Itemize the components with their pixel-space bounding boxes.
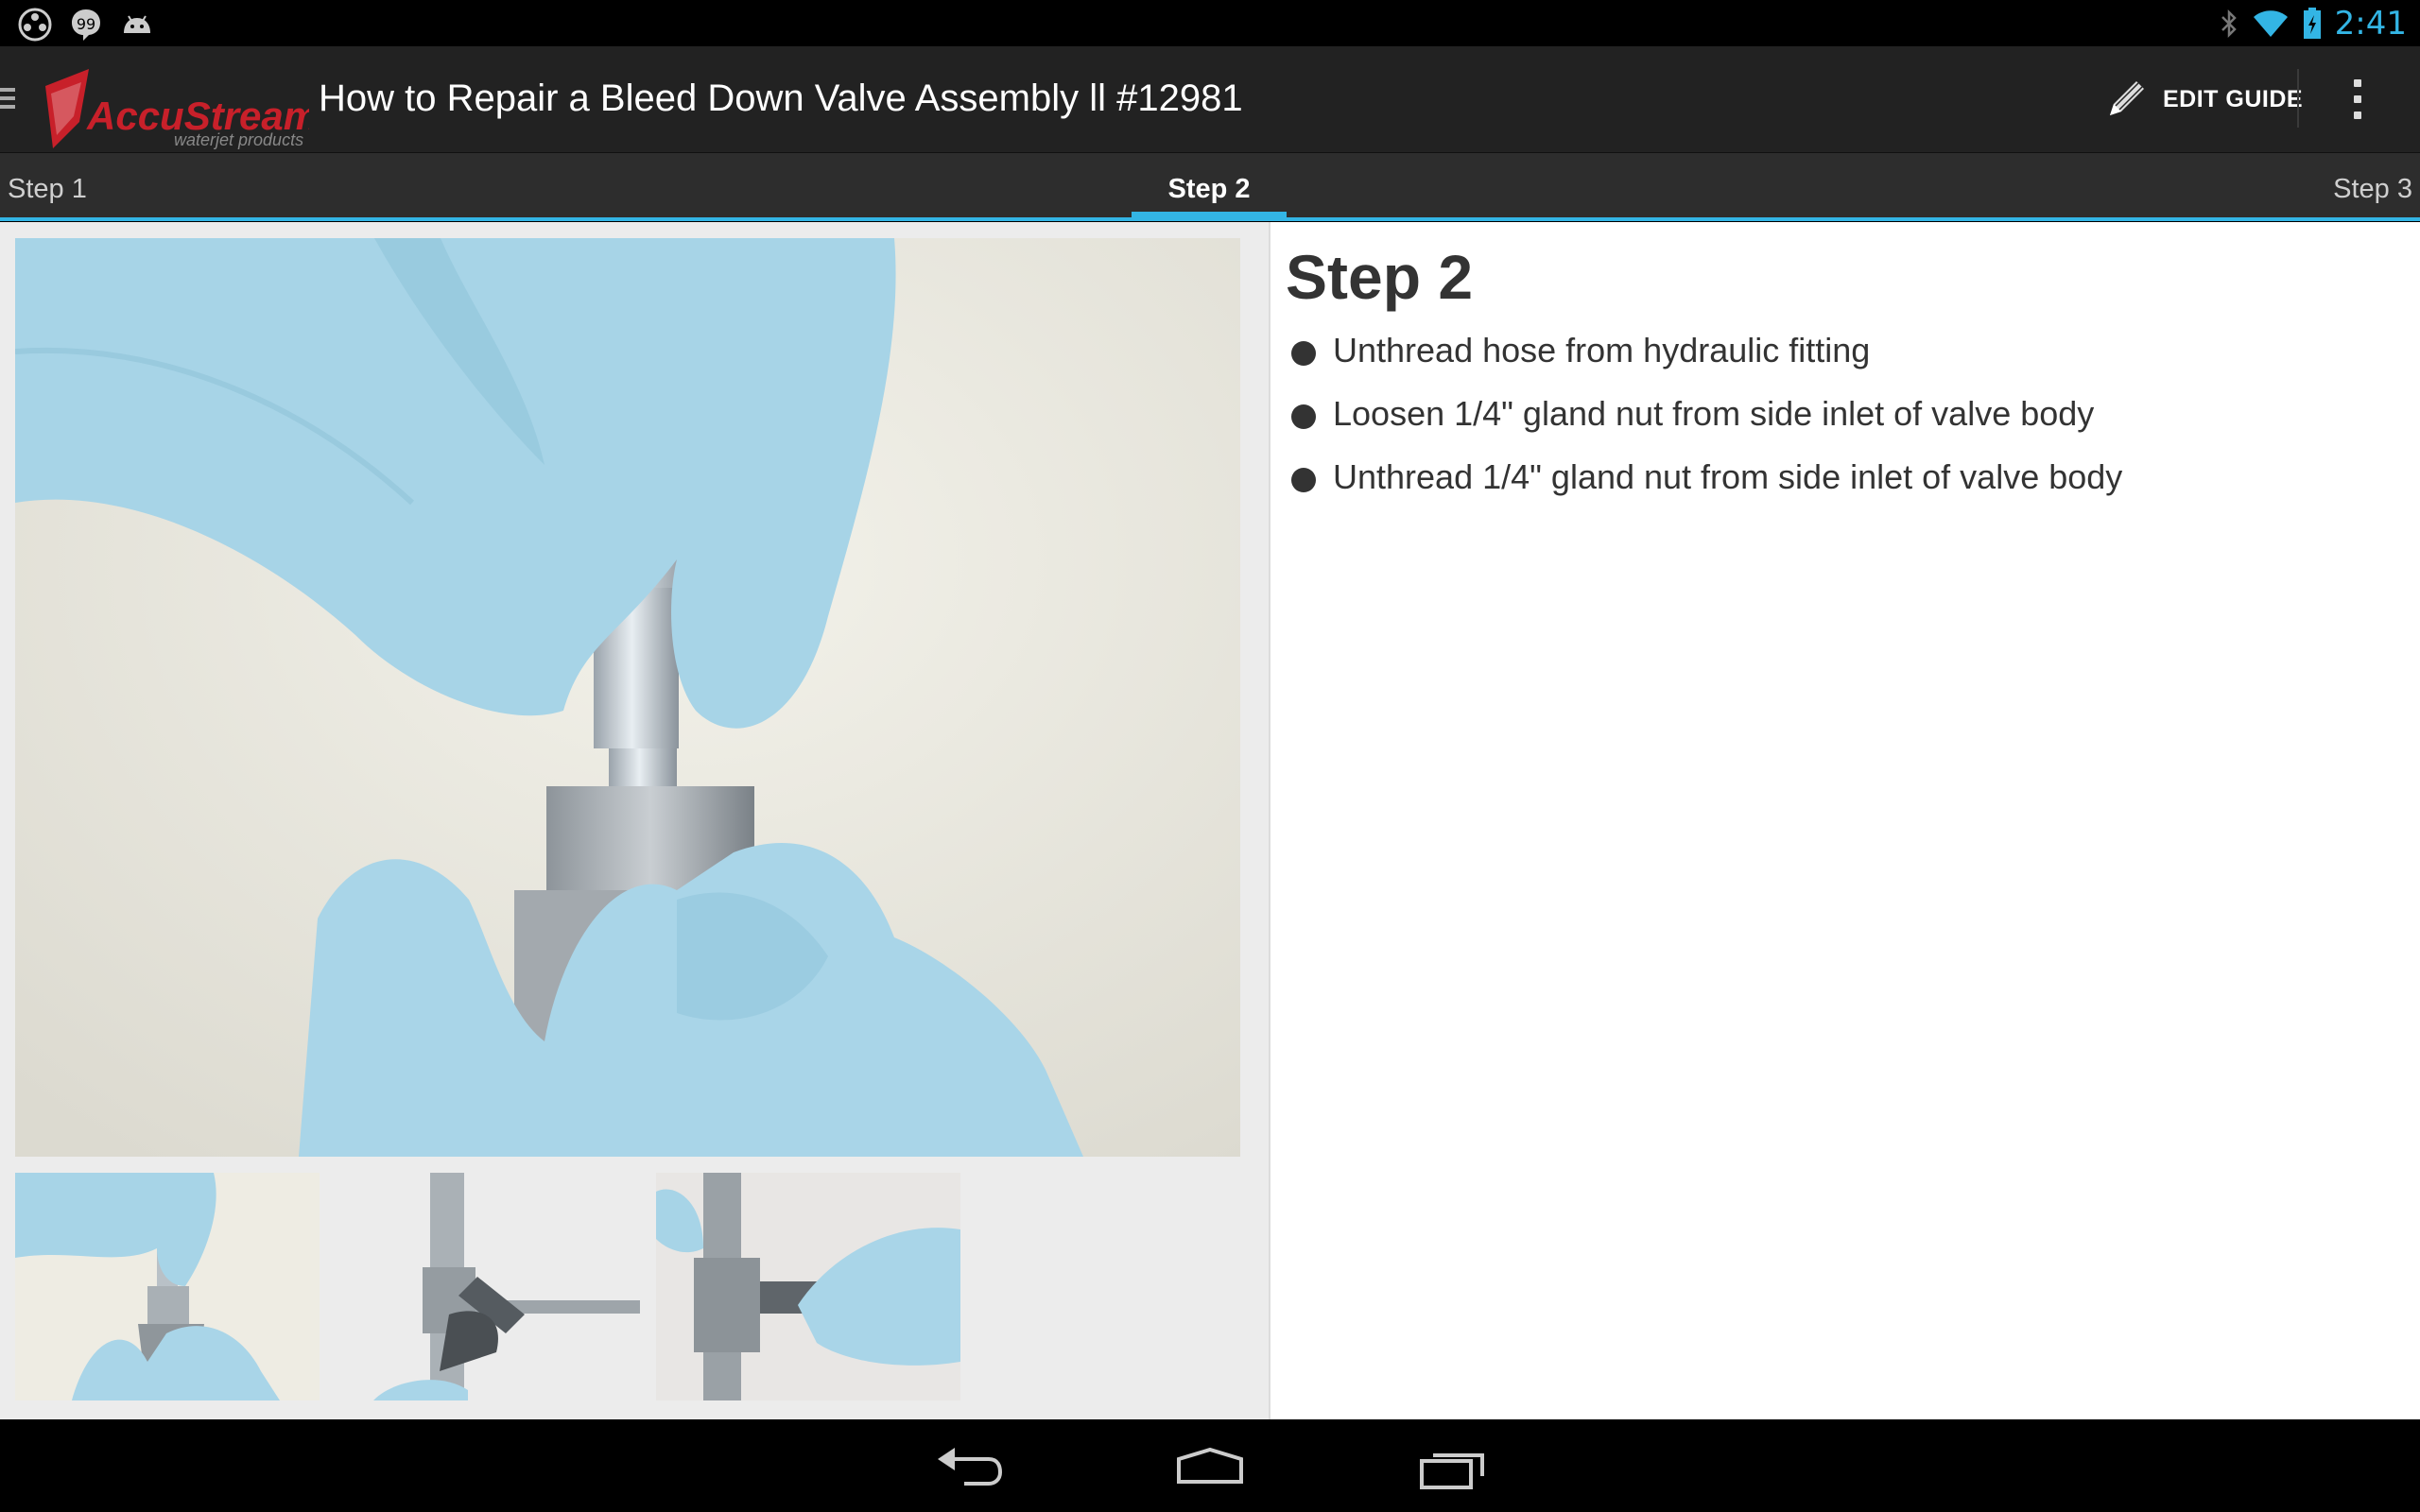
bullet-text: Unthread 1/4" gland nut from side inlet … (1333, 457, 2123, 496)
status-bar: 99 2:41 (0, 0, 2420, 46)
gloved-hands-fitting-thumbnail-icon (15, 1173, 320, 1400)
pencil-icon (2110, 81, 2144, 115)
film-reel-icon (18, 8, 52, 42)
bullet-icon (1291, 468, 1316, 492)
instructions-pane: Step 2 Unthread hose from hydraulic fitt… (1270, 222, 2420, 1419)
tab-step-3[interactable]: Step 3 (2333, 153, 2412, 221)
list-item: Loosen 1/4" gland nut from side inlet of… (1289, 386, 2122, 449)
edit-guide-button[interactable]: EDIT GUIDE (2100, 73, 2303, 126)
drawer-toggle-icon[interactable] (0, 84, 19, 112)
action-divider (2297, 69, 2299, 128)
overflow-menu-icon[interactable] (2344, 73, 2371, 126)
svg-text:99: 99 (77, 15, 95, 33)
bullet-text: Unthread hose from hydraulic fitting (1333, 331, 1871, 369)
bullet-text: Loosen 1/4" gland nut from side inlet of… (1333, 394, 2095, 433)
gloved-hands-fitting-photo-icon (15, 238, 1240, 1157)
recent-apps-icon[interactable] (1410, 1438, 1495, 1495)
step-bullet-list: Unthread hose from hydraulic fitting Loo… (1289, 322, 2122, 512)
tab-selected-indicator (1132, 212, 1287, 221)
action-bar: AccuStream waterjet products How to Repa… (0, 46, 2420, 153)
android-icon (124, 15, 150, 33)
hand-unthreading-gland-nut-thumbnail-icon (656, 1173, 960, 1400)
tab-step-1[interactable]: Step 1 (8, 153, 87, 221)
home-icon[interactable] (1167, 1438, 1253, 1495)
thumbnail-3[interactable] (656, 1173, 960, 1400)
step-title: Step 2 (1286, 242, 1474, 312)
step-content: Step 2 Unthread hose from hydraulic fitt… (0, 222, 2420, 1419)
step-tab-bar: Step 1 Step 2 Step 3 (0, 153, 2420, 221)
thumbnail-1[interactable] (15, 1173, 320, 1400)
bullet-icon (1291, 404, 1316, 429)
edit-guide-label: EDIT GUIDE (2163, 85, 2304, 112)
chat-bubble-icon: 99 (72, 9, 100, 41)
battery-charging-icon (2303, 8, 2321, 39)
wrench-on-gland-nut-thumbnail-icon (336, 1173, 640, 1400)
status-clock: 2:41 (2334, 5, 2407, 43)
tab-step-2-label: Step 2 (1167, 174, 1251, 204)
system-nav-bar (0, 1419, 2420, 1512)
main-step-image[interactable] (15, 238, 1240, 1157)
thumbnail-2[interactable] (336, 1173, 640, 1400)
media-pane (0, 222, 1270, 1419)
bluetooth-icon (2221, 9, 2237, 39)
tab-step-2[interactable]: Step 2 (1132, 153, 1287, 221)
back-icon[interactable] (925, 1438, 1010, 1495)
svg-text:waterjet products: waterjet products (174, 130, 303, 149)
guide-title: How to Repair a Bleed Down Valve Assembl… (319, 77, 1243, 119)
wifi-icon (2253, 10, 2288, 37)
bullet-icon (1291, 341, 1316, 366)
list-item: Unthread hose from hydraulic fitting (1289, 322, 2122, 386)
list-item: Unthread 1/4" gland nut from side inlet … (1289, 449, 2122, 512)
